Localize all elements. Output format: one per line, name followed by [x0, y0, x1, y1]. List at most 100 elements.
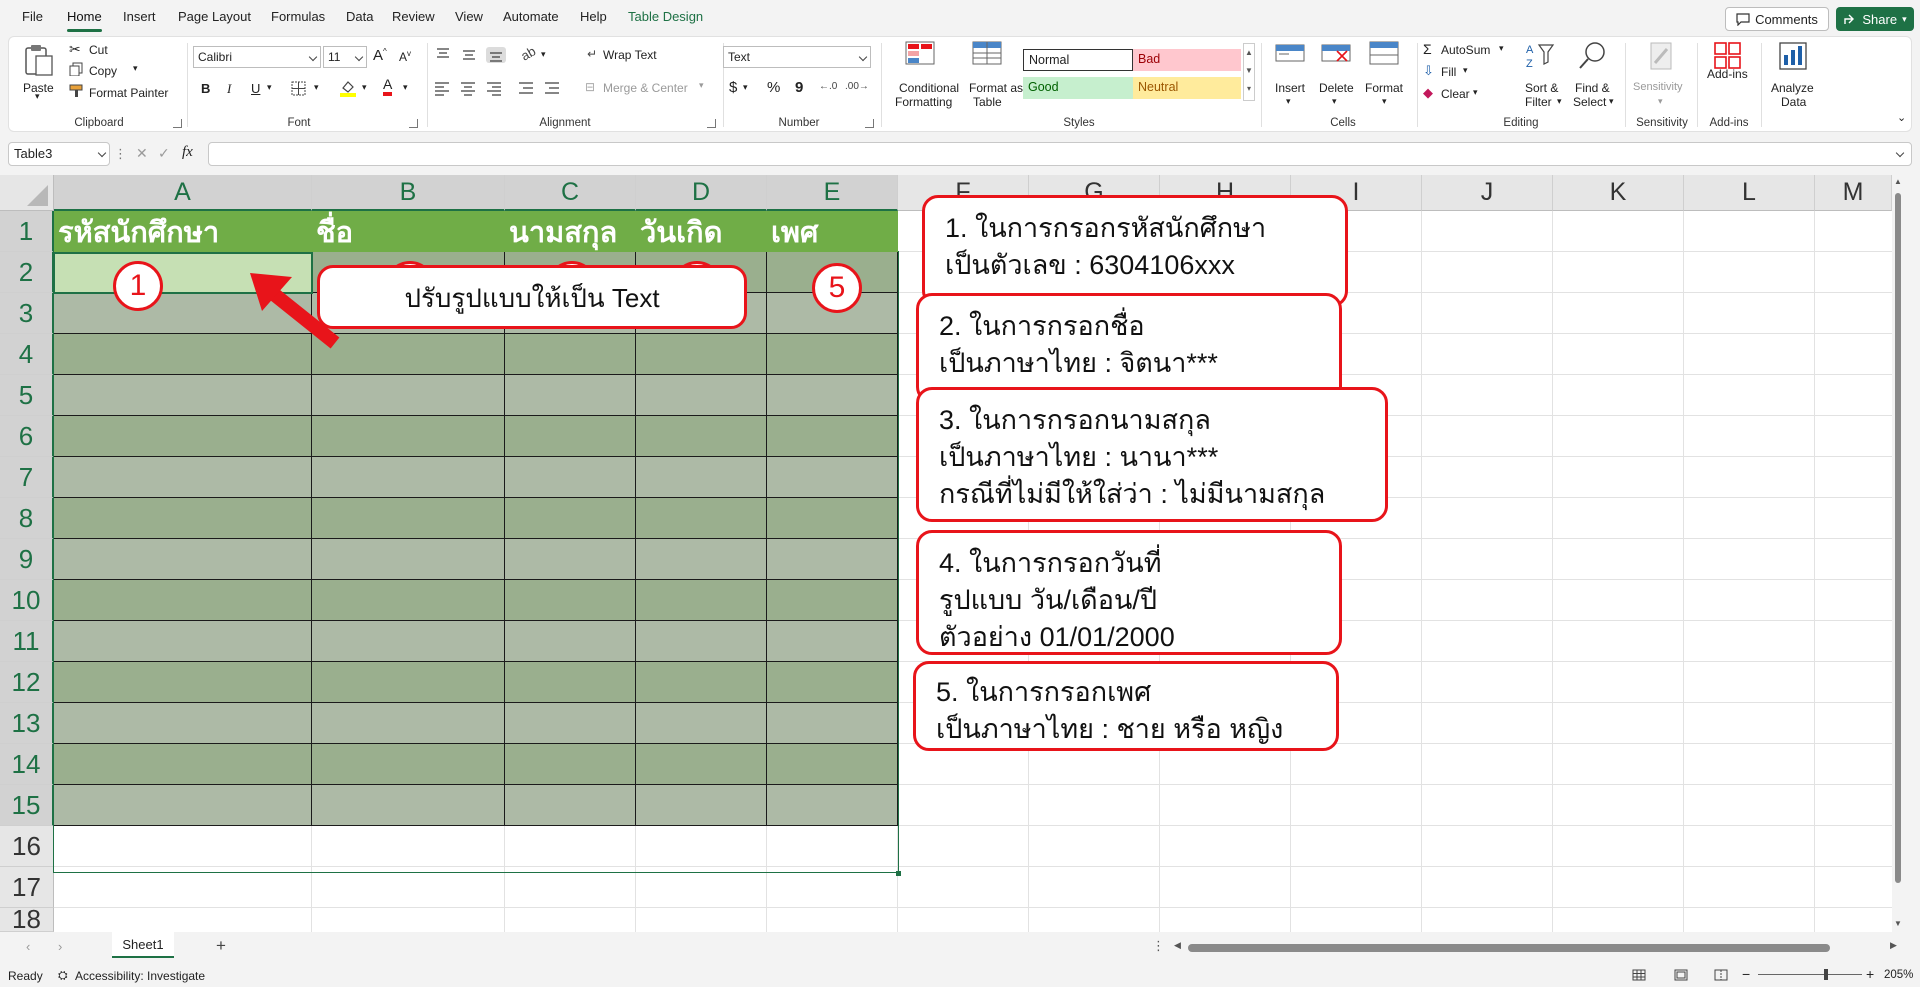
table-cell-a14[interactable]	[54, 744, 312, 785]
number-format-select[interactable]: Text	[723, 46, 871, 68]
table-cell-b8[interactable]	[312, 498, 505, 539]
table-cell-c11[interactable]	[505, 621, 636, 662]
grow-font-button[interactable]: A^	[373, 47, 387, 64]
table-cell-b12[interactable]	[312, 662, 505, 703]
table-cell-e13[interactable]	[767, 703, 898, 744]
table-cell-c9[interactable]	[505, 539, 636, 580]
tab-view[interactable]: View	[455, 9, 483, 24]
fill-color-icon[interactable]	[339, 79, 357, 97]
column-header-d[interactable]: D	[636, 175, 767, 211]
table-cell-d12[interactable]	[636, 662, 767, 703]
shrink-font-button[interactable]: Av	[399, 49, 411, 64]
font-color-icon[interactable]: A	[383, 77, 393, 96]
table-cell-a13[interactable]	[54, 703, 312, 744]
header-cell-first-name[interactable]: ชื่อ	[312, 211, 505, 252]
borders-icon[interactable]	[291, 81, 307, 97]
table-cell-b13[interactable]	[312, 703, 505, 744]
row-header-4[interactable]: 4	[0, 334, 54, 375]
zoom-in-icon[interactable]: +	[1866, 966, 1874, 982]
more-options-icon[interactable]: ⋮	[114, 146, 127, 162]
table-cell-d15[interactable]	[636, 785, 767, 826]
table-cell-d8[interactable]	[636, 498, 767, 539]
row-header-16[interactable]: 16	[0, 826, 54, 867]
table-cell-b11[interactable]	[312, 621, 505, 662]
tab-review[interactable]: Review	[392, 9, 435, 24]
styles-scroll[interactable]: ▲ ▼ ▾	[1243, 43, 1255, 101]
table-cell-b14[interactable]	[312, 744, 505, 785]
row-header-18[interactable]: 18	[0, 904, 54, 932]
table-cell-d6[interactable]	[636, 416, 767, 457]
collapse-ribbon-icon[interactable]: ⌄	[1897, 111, 1906, 124]
table-cell-d13[interactable]	[636, 703, 767, 744]
fill-button[interactable]: ⇩ Fill ▾	[1423, 63, 1483, 83]
header-cell-gender[interactable]: เพศ	[767, 211, 898, 252]
table-cell-b5[interactable]	[312, 375, 505, 416]
row-header-11[interactable]: 11	[0, 621, 54, 662]
table-cell-d9[interactable]	[636, 539, 767, 580]
table-cell-e9[interactable]	[767, 539, 898, 580]
comma-button[interactable]: 9	[795, 79, 803, 96]
style-normal[interactable]: Normal	[1023, 49, 1133, 71]
table-cell-e11[interactable]	[767, 621, 898, 662]
table-cell-c15[interactable]	[505, 785, 636, 826]
merge-center-button[interactable]: ⊟ Merge & Center ▾	[585, 79, 711, 99]
table-cell-a6[interactable]	[54, 416, 312, 457]
style-bad[interactable]: Bad	[1133, 49, 1241, 71]
cancel-icon[interactable]: ✕	[136, 145, 148, 162]
column-header-a[interactable]: A	[54, 175, 312, 211]
format-cells-button[interactable]: Format ▾	[1363, 41, 1407, 113]
table-cell-b7[interactable]	[312, 457, 505, 498]
tab-insert[interactable]: Insert	[123, 9, 156, 24]
chevron-down-icon[interactable]: ▾	[362, 82, 367, 93]
table-cell-c8[interactable]	[505, 498, 636, 539]
row-header-12[interactable]: 12	[0, 662, 54, 703]
percent-button[interactable]: %	[767, 79, 780, 96]
table-cell-b6[interactable]	[312, 416, 505, 457]
name-box[interactable]: Table3	[8, 142, 110, 166]
page-layout-view-icon[interactable]	[1674, 969, 1688, 981]
add-ins-button[interactable]: Add-ins	[1701, 41, 1757, 113]
table-cell-c10[interactable]	[505, 580, 636, 621]
column-header-l[interactable]: L	[1684, 175, 1815, 211]
worksheet-grid[interactable]: ABCDEFGHIJKLM 1 2 3 4 5 6 7 8 9 10 11 12 13 14 15 16 17 1…	[0, 175, 1904, 932]
row-header-6[interactable]: 6	[0, 416, 54, 457]
chevron-down-icon[interactable]: ▾	[35, 91, 40, 102]
add-sheet-icon[interactable]: +	[216, 936, 226, 956]
tab-table-design[interactable]: Table Design	[628, 9, 703, 24]
table-cell-c4[interactable]	[505, 334, 636, 375]
column-header-e[interactable]: E	[767, 175, 898, 211]
row-header-3[interactable]: 3	[0, 293, 54, 334]
row-header-10[interactable]: 10	[0, 580, 54, 621]
table-cell-c12[interactable]	[505, 662, 636, 703]
zoom-out-icon[interactable]: −	[1742, 966, 1750, 982]
format-as-table-button[interactable]: Format as Table	[959, 41, 1023, 113]
increase-decimal-icon[interactable]: ←.0	[819, 81, 837, 92]
table-cell-c5[interactable]	[505, 375, 636, 416]
header-cell-birthdate[interactable]: วันเกิด	[636, 211, 767, 252]
table-cell-d7[interactable]	[636, 457, 767, 498]
alignment-launcher-icon[interactable]	[707, 119, 716, 128]
tab-home[interactable]: Home	[67, 9, 102, 32]
row-header-14[interactable]: 14	[0, 744, 54, 785]
tab-file[interactable]: File	[22, 9, 43, 24]
sheet-tab-sheet1[interactable]: Sheet1	[112, 932, 174, 958]
table-cell-d10[interactable]	[636, 580, 767, 621]
formula-input[interactable]	[208, 142, 1912, 166]
enter-icon[interactable]: ✓	[158, 145, 170, 162]
row-header-2[interactable]: 2	[0, 252, 54, 293]
comments-button[interactable]: Comments	[1725, 7, 1829, 31]
table-cell-c6[interactable]	[505, 416, 636, 457]
normal-view-icon[interactable]	[1632, 969, 1646, 981]
table-cell-d4[interactable]	[636, 334, 767, 375]
tab-automate[interactable]: Automate	[503, 9, 559, 24]
table-cell-e5[interactable]	[767, 375, 898, 416]
table-cell-a10[interactable]	[54, 580, 312, 621]
horizontal-align-icons[interactable]	[433, 80, 573, 96]
row-header-9[interactable]: 9	[0, 539, 54, 580]
accessibility-status[interactable]: Accessibility: Investigate	[75, 969, 205, 983]
scroll-down-icon[interactable]: ▼	[1894, 919, 1902, 928]
table-cell-d14[interactable]	[636, 744, 767, 785]
table-cell-e15[interactable]	[767, 785, 898, 826]
table-resize-handle[interactable]	[896, 871, 901, 876]
orientation-icon[interactable]: ab	[518, 43, 538, 63]
